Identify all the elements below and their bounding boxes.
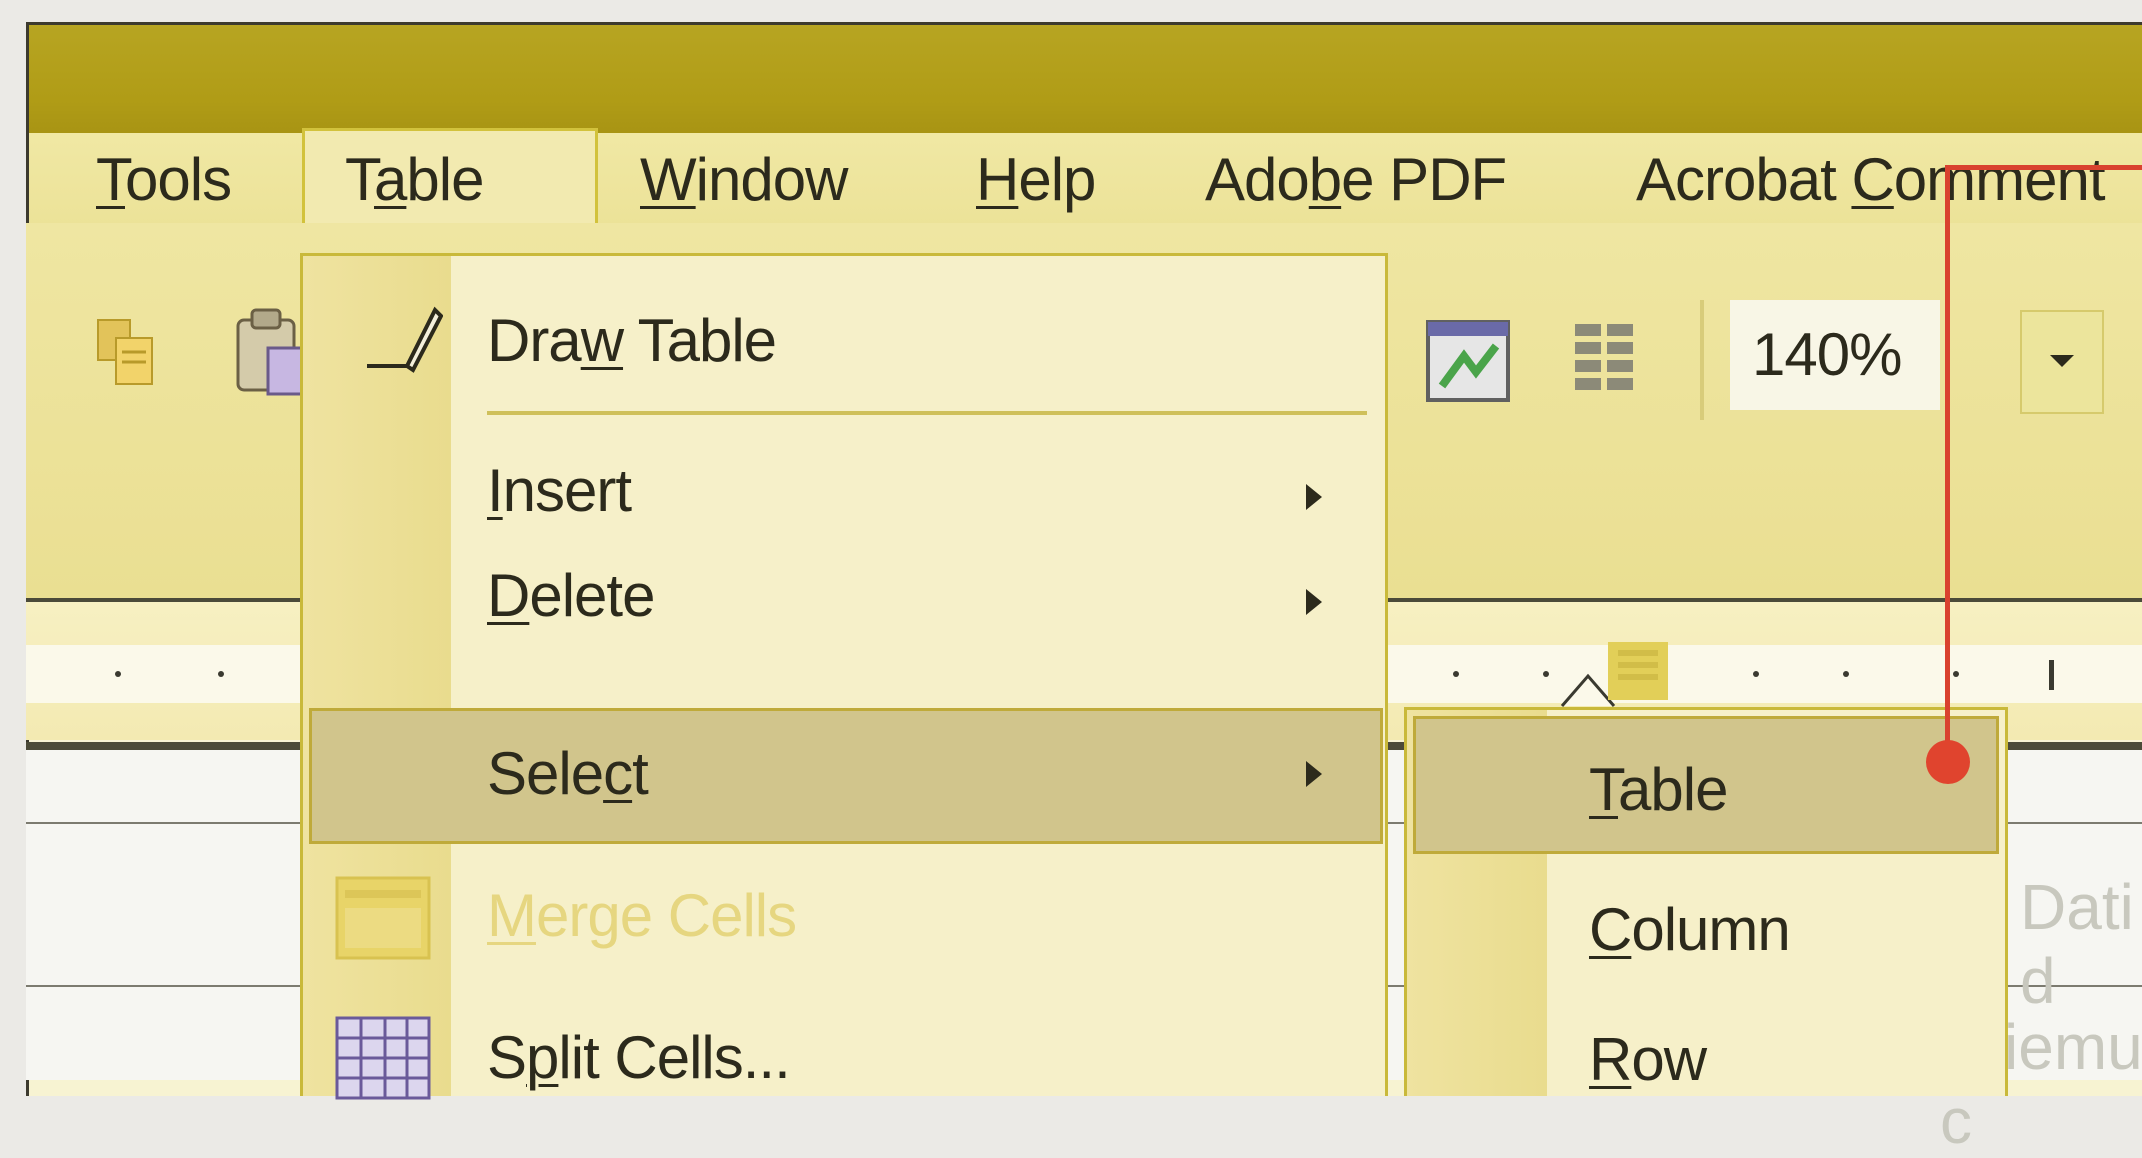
callout-marker-icon — [1926, 740, 1970, 784]
delete-mnemonic: D — [487, 562, 530, 629]
split-cells-pre: S — [487, 1024, 527, 1091]
sub-column-mnemonic: C — [1589, 896, 1632, 963]
document-text: Dati d — [2020, 871, 2134, 1017]
menu-separator — [487, 411, 1367, 415]
menu-acrobat-comments-post: omment — [1893, 146, 2106, 213]
draw-table-post: Table — [623, 307, 777, 374]
split-cells-post: lit Cells... — [558, 1024, 790, 1091]
merge-cells-post: erge Cells — [535, 882, 797, 949]
insert-post: nsert — [502, 457, 632, 524]
callout-line — [1945, 165, 2142, 170]
menu-help-post: elp — [1018, 146, 1096, 213]
ruler-tick — [1753, 671, 1759, 677]
sub-table-mnemonic: T — [1589, 756, 1619, 823]
sub-column-post: olumn — [1631, 896, 1790, 963]
chevron-down-icon — [2050, 355, 2074, 367]
sub-row-mnemonic: R — [1589, 1026, 1632, 1093]
callout-line — [1945, 165, 1950, 770]
submenu-item-row[interactable]: Row — [1589, 1030, 1707, 1090]
submenu-item-column[interactable]: Column — [1589, 900, 1791, 960]
menu-item-merge-cells[interactable]: Merge Cells — [487, 886, 797, 946]
menu-adobe-pdf-mnemonic: b — [1308, 146, 1342, 213]
split-cells-icon — [335, 1016, 431, 1105]
menu-item-insert[interactable]: Insert — [487, 461, 632, 521]
menu-table-mnemonic: a — [374, 146, 407, 213]
menu-window-post: indow — [695, 146, 849, 213]
table-menu-dropdown: Draw Table Insert Delete Select Merge Ce… — [300, 253, 1388, 1100]
ruler-tick — [1843, 671, 1849, 677]
ruler-tick — [1953, 671, 1959, 677]
menu-adobe-pdf[interactable]: Adobe PDF — [1205, 150, 1507, 210]
menu-tools[interactable]: Tools — [96, 150, 232, 210]
menu-item-draw-table[interactable]: Draw Table — [487, 311, 777, 371]
columns-icon[interactable] — [1573, 322, 1637, 403]
toolbar-divider — [1700, 300, 1704, 420]
menu-help-mnemonic: H — [976, 146, 1019, 213]
submenu-arrow-icon — [1306, 589, 1322, 615]
submenu-item-table[interactable]: Table — [1589, 760, 1728, 820]
menu-table-post: ble — [406, 146, 484, 213]
menu-item-delete[interactable]: Delete — [487, 566, 655, 626]
insert-mnemonic: I — [487, 457, 504, 524]
menu-table[interactable]: Table — [345, 150, 484, 210]
select-pre: Sele — [487, 740, 604, 807]
merge-cells-mnemonic: M — [487, 882, 537, 949]
menu-tools-mnemonic: T — [96, 146, 126, 213]
ruler-column-marker-icon[interactable] — [1560, 640, 1700, 715]
menu-table-pre: T — [345, 146, 375, 213]
sub-table-post: able — [1618, 756, 1728, 823]
title-bar — [29, 25, 2142, 133]
select-submenu: Table Column Row — [1404, 707, 2008, 1096]
menu-window-mnemonic: W — [640, 146, 697, 213]
ruler-tick — [115, 671, 121, 677]
split-cells-mnemonic: p — [526, 1024, 559, 1091]
menu-adobe-pdf-pre: Ado — [1205, 146, 1310, 213]
ruler-tick — [1543, 671, 1549, 677]
menu-window[interactable]: Window — [640, 150, 848, 210]
zoom-value: 140% — [1752, 321, 1902, 388]
menu-help[interactable]: Help — [976, 150, 1096, 210]
sub-row-post: ow — [1631, 1026, 1707, 1093]
menu-item-split-cells[interactable]: Split Cells... — [487, 1028, 791, 1088]
copy-icon[interactable] — [96, 318, 156, 393]
delete-post: elete — [529, 562, 655, 629]
menu-acrobat-comments[interactable]: Acrobat Comment — [1636, 150, 2106, 210]
pencil-icon — [363, 296, 444, 381]
menu-adobe-pdf-post: e PDF — [1341, 146, 1507, 213]
draw-table-pre: Dra — [487, 307, 582, 374]
select-post: t — [632, 740, 649, 807]
ruler-tick — [1453, 671, 1459, 677]
ruler-tick-major — [2049, 660, 2054, 690]
merge-cells-icon — [335, 876, 431, 965]
draw-table-mnemonic: w — [580, 307, 624, 374]
ruler-tick — [218, 671, 224, 677]
submenu-arrow-icon — [1306, 761, 1322, 787]
submenu-arrow-icon — [1306, 484, 1322, 510]
menu-tools-post: ools — [125, 146, 232, 213]
menu-item-select-highlight — [309, 708, 1383, 844]
menu-item-select[interactable]: Select — [487, 744, 649, 804]
menu-acrobat-comments-pre: Acrobat — [1636, 146, 1852, 213]
menu-acrobat-comments-mnemonic: C — [1851, 146, 1894, 213]
select-mnemonic: c — [603, 740, 633, 807]
excel-chart-icon[interactable] — [1424, 316, 1514, 411]
menu-icon-gutter — [303, 256, 451, 1096]
